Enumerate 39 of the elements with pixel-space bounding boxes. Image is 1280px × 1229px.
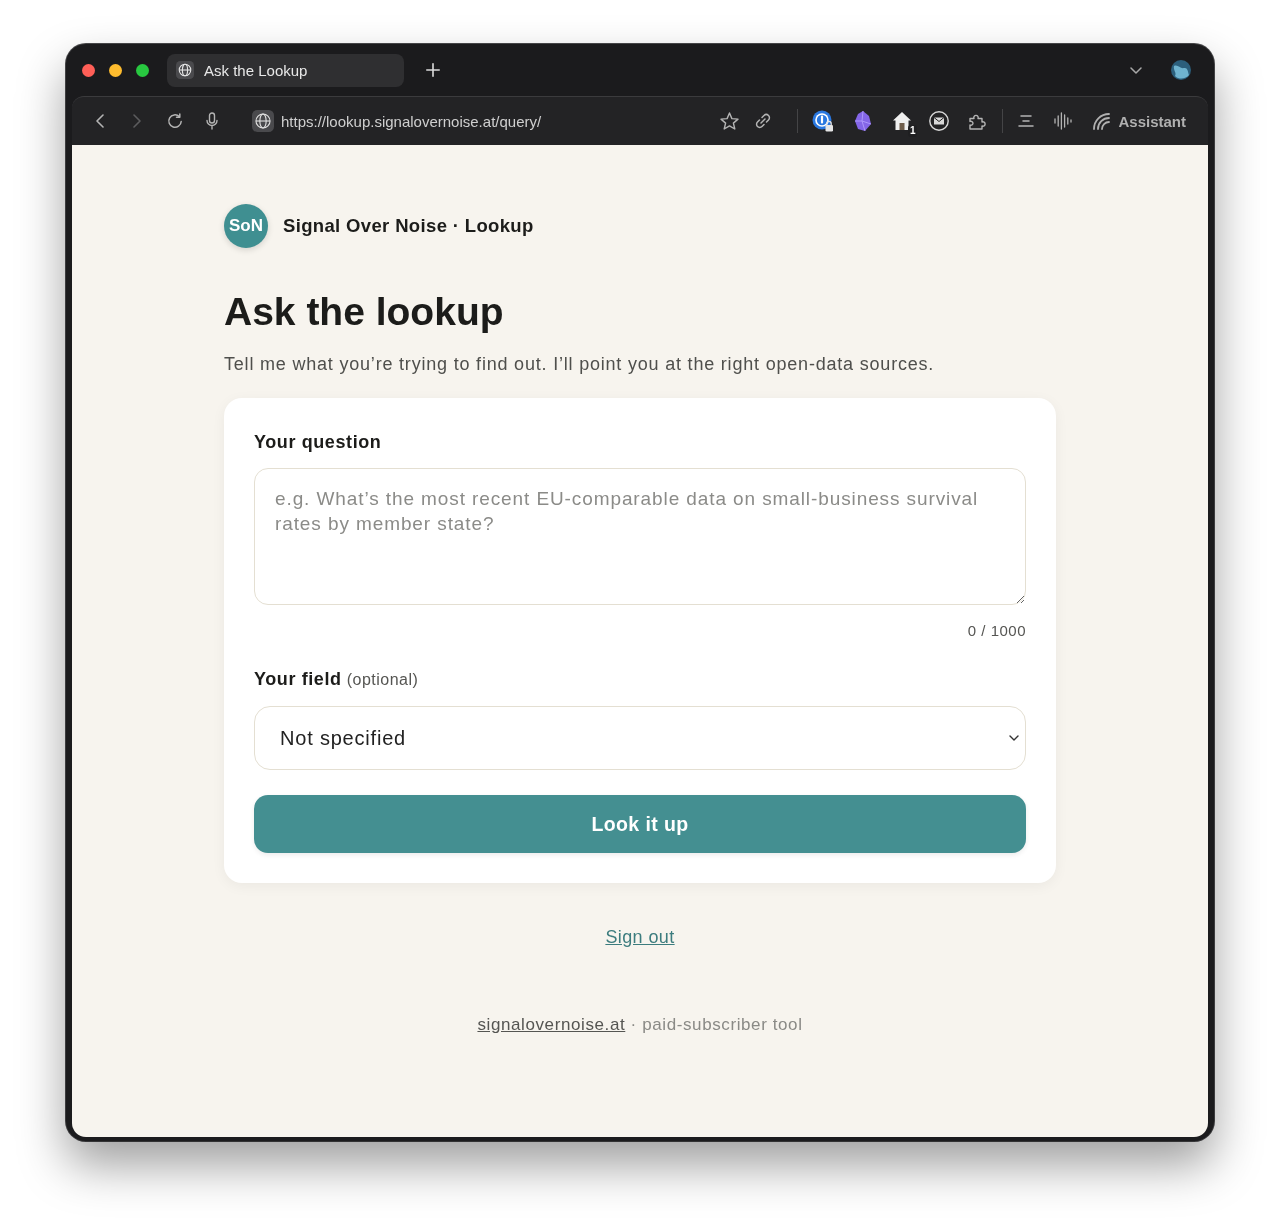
notification-badge: 1 (907, 125, 918, 137)
globe-icon[interactable] (252, 110, 274, 132)
site-link[interactable]: signalovernoise.at (477, 1015, 626, 1034)
back-icon[interactable] (96, 114, 104, 128)
link-icon[interactable] (755, 113, 772, 129)
chevron-down-icon[interactable] (1130, 66, 1142, 74)
submit-button[interactable]: Look it up (254, 795, 1026, 853)
page-title: Ask the lookup (224, 289, 505, 335)
reload-icon[interactable] (167, 113, 183, 129)
site-logo: SoN (224, 204, 268, 248)
arcs-icon (1092, 112, 1111, 130)
page-subtitle: Tell me what you’re trying to find out. I’ll point you at the right open-data sources. (224, 353, 936, 376)
assistant-button[interactable]: Assistant (1092, 112, 1186, 130)
browser-tab[interactable]: Ask the Lookup (167, 53, 404, 87)
address-field[interactable]: https://lookup.signalovernoise.at/query/ (252, 110, 542, 132)
sign-out-link[interactable]: Sign out (605, 927, 675, 947)
question-field[interactable]: e.g. What’s the most recent EU-comparable data on small-business survival rates by member state? (254, 468, 1026, 605)
footer-text: signalovernoise.at · paid-subscriber tool (477, 1014, 803, 1036)
site-title: Signal Over Noise · Lookup (283, 215, 534, 237)
microphone-icon[interactable] (206, 112, 218, 130)
minimize-icon[interactable] (109, 63, 122, 77)
field-select[interactable]: Not specified (254, 706, 1026, 770)
globe-icon (176, 61, 194, 79)
keyhole-lock-icon[interactable] (812, 110, 835, 132)
character-counter: 0 / 1000 (966, 621, 1026, 641)
star-icon[interactable] (720, 112, 740, 130)
optional-hint: (optional) (346, 670, 419, 690)
profile-avatar-icon[interactable] (1171, 60, 1191, 80)
puzzle-icon[interactable] (968, 112, 987, 130)
plus-icon[interactable] (426, 63, 440, 77)
waveform-icon[interactable] (1054, 112, 1073, 130)
chevron-down-icon (1009, 735, 1019, 741)
text-lines-icon[interactable] (1018, 115, 1035, 127)
maximize-icon[interactable] (136, 63, 149, 77)
close-icon[interactable] (82, 63, 95, 77)
field-label: Your field (254, 668, 342, 691)
question-label: Your question (254, 431, 383, 454)
crystal-icon[interactable] (855, 111, 872, 131)
envelope-icon[interactable] (929, 111, 950, 131)
